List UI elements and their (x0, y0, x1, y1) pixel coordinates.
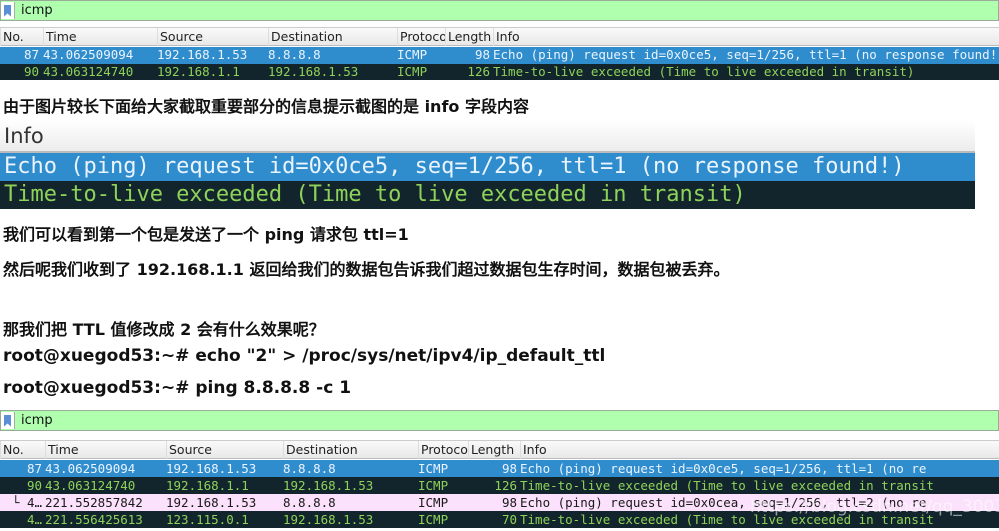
display-filter-bar-2[interactable]: icmp (0, 410, 999, 431)
cell-no: 4… (26, 512, 42, 527)
bookmark-icon[interactable] (1, 2, 15, 19)
column-header-source[interactable]: Source (157, 28, 268, 46)
cell-destination: 8.8.8.8 (283, 495, 336, 510)
cell-length: 70 (501, 512, 517, 527)
cell-destination: 8.8.8.8 (268, 47, 321, 62)
cell-protocol: ICMP (397, 63, 428, 79)
bookmark-icon[interactable] (1, 412, 15, 429)
cell-time: 43.062509094 (43, 47, 134, 62)
column-header-info[interactable]: Info (493, 28, 999, 46)
note-text: 那我们把 TTL 值修改成 2 会有什么效果呢？ (3, 320, 325, 339)
cell-no: └ 4… (11, 495, 42, 510)
cell-no: 90 (26, 478, 42, 493)
column-header-no[interactable]: No. (0, 441, 45, 459)
column-header-time[interactable]: Time (43, 28, 157, 46)
info-header: Info (0, 120, 975, 153)
cell-source: 192.168.1.1 (157, 63, 240, 79)
cell-destination: 192.168.1.53 (283, 478, 374, 493)
cell-protocol: ICMP (418, 512, 449, 527)
cell-source: 192.168.1.1 (166, 478, 249, 493)
info-zoom-pane: Info Echo (ping) request id=0x0ce5, seq=… (0, 120, 975, 212)
column-header-time[interactable]: Time (45, 441, 166, 459)
cell-info: Echo (ping) request id=0x0ce5, seq=1/256… (493, 47, 999, 62)
note-text: 然后呢我们收到了 192.168.1.1 返回给我们的数据包告诉我们超过数据包生… (3, 260, 730, 279)
cell-length: 126 (467, 63, 490, 79)
command-text: root@xuegod53:~# echo "2" > /proc/sys/ne… (3, 346, 606, 366)
packet-row[interactable]: 90 43.063124740 192.168.1.1 192.168.1.53 ICM… (0, 63, 999, 80)
cell-source: 192.168.1.53 (166, 495, 257, 510)
column-header-destination[interactable]: Destination (268, 28, 397, 46)
cell-length: 126 (494, 478, 517, 493)
note-text: 由于图片较长下面给大家截取重要部分的信息提示截图的是 info 字段内容 (3, 97, 529, 116)
info-line: Time-to-live exceeded (Time to live exce… (0, 181, 975, 209)
cell-time: 221.556425613 (45, 512, 143, 527)
note-text: 我们可以看到第一个包是发送了一个 ping 请求包 ttl=1 (3, 225, 409, 244)
display-filter-bar-1[interactable]: icmp (0, 0, 999, 21)
column-header-destination[interactable]: Destination (283, 441, 418, 459)
cell-length: 98 (501, 495, 517, 510)
info-line: Echo (ping) request id=0x0ce5, seq=1/256… (0, 153, 975, 181)
cell-info: Echo (ping) request id=0x0ce5, seq=1/256… (520, 461, 927, 476)
cell-destination: 192.168.1.53 (283, 512, 374, 527)
cell-source: 192.168.1.53 (157, 47, 248, 62)
column-header-protocol[interactable]: Protocol (397, 28, 445, 46)
cell-no: 87 (26, 461, 42, 476)
command-text: root@xuegod53:~# ping 8.8.8.8 -c 1 (3, 378, 352, 398)
cell-time: 221.552857842 (45, 495, 143, 510)
cell-protocol: ICMP (397, 47, 428, 62)
packet-row[interactable]: 87 43.062509094 192.168.1.53 8.8.8.8 ICMP 98 E… (0, 460, 999, 477)
cell-destination: 192.168.1.53 (268, 63, 359, 79)
cell-protocol: ICMP (418, 478, 449, 493)
cell-time: 43.063124740 (45, 478, 136, 493)
cell-length: 98 (501, 461, 517, 476)
packet-row[interactable]: 87 43.062509094 192.168.1.53 8.8.8.8 ICMP 98 E… (0, 47, 999, 64)
cell-info: Time-to-live exceeded (Time to live exce… (493, 63, 915, 79)
column-header-no[interactable]: No. (0, 28, 42, 46)
cell-info: Time-to-live exceeded (Time to live exce… (520, 478, 934, 493)
column-header-protocol[interactable]: Protocol (418, 441, 468, 459)
filter-text: icmp (21, 3, 53, 18)
column-header-row: No.TimeSourceDestinationProtocolLengthIn… (0, 440, 999, 459)
cell-length: 98 (474, 47, 490, 62)
cell-no: 87 (23, 47, 39, 62)
filter-text: icmp (21, 413, 53, 428)
column-header-length[interactable]: Length (468, 441, 520, 459)
cell-no: 90 (23, 63, 39, 79)
cell-time: 43.062509094 (45, 461, 136, 476)
cell-destination: 8.8.8.8 (283, 461, 336, 476)
watermark: https://blog.csdn.net/qq_30036471 (750, 497, 999, 517)
cell-source: 192.168.1.53 (166, 461, 257, 476)
column-header-info[interactable]: Info (520, 441, 999, 459)
packet-row[interactable]: 90 43.063124740 192.168.1.1 192.168.1.53 ICM… (0, 477, 999, 494)
column-header-source[interactable]: Source (166, 441, 283, 459)
cell-time: 43.063124740 (43, 63, 134, 79)
column-header-row: No.TimeSourceDestinationProtocolLengthIn… (0, 27, 999, 46)
column-header-length[interactable]: Length (445, 28, 493, 46)
cell-protocol: ICMP (418, 461, 449, 476)
cell-source: 123.115.0.1 (166, 512, 249, 527)
cell-protocol: ICMP (418, 495, 449, 510)
